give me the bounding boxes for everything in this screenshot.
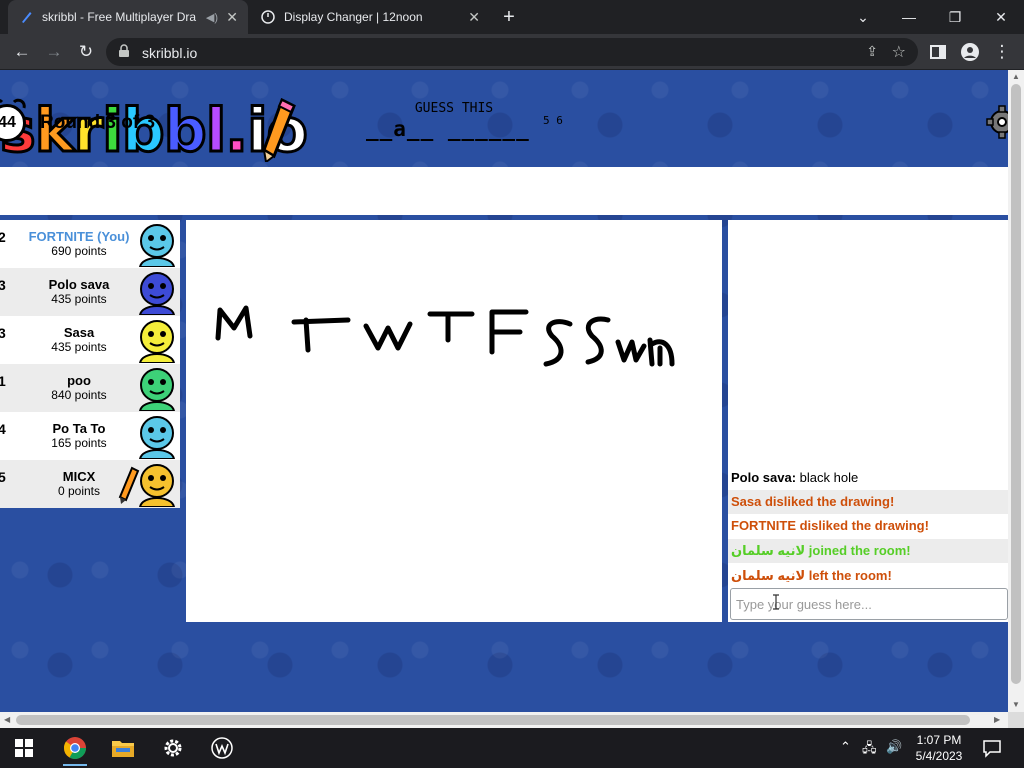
tab-title: Display Changer | 12noon [284, 10, 423, 24]
player-points: 435 points [51, 340, 107, 354]
player-rank: 2 [0, 229, 6, 245]
settings-icon[interactable] [159, 734, 187, 762]
chat-message: لانيه سلمان left the room! [731, 568, 892, 583]
share-icon[interactable]: ⇪ [866, 43, 878, 60]
tab-title: skribbl - Free Multiplayer Dra [42, 10, 197, 24]
close-window-button[interactable]: ✕ [978, 0, 1024, 34]
game-header [0, 167, 1008, 215]
logo-pencil-icon [262, 98, 296, 162]
tray-chevron-icon[interactable]: ⌃ [840, 739, 851, 755]
drawing-strokes [215, 305, 675, 367]
drawing-pencil-icon [118, 466, 140, 504]
system-clock[interactable]: 1:07 PM 5/4/2023 [904, 732, 974, 764]
player-row[interactable]: 4 Po Ta To 165 points [0, 412, 180, 460]
round-timer: 44 [0, 98, 28, 142]
chat-text: black hole [799, 470, 859, 485]
player-avatar [138, 464, 176, 507]
player-points: 690 points [51, 244, 107, 258]
address-bar[interactable]: skribbl.io ⇪ ☆ [106, 38, 918, 66]
text-cursor-icon [773, 594, 779, 610]
drawing-canvas[interactable] [186, 220, 722, 622]
player-name: Sasa [63, 325, 95, 340]
minimize-button[interactable]: — [886, 0, 932, 34]
horizontal-scroll-thumb[interactable] [16, 715, 970, 725]
system-time: 1:07 PM [916, 733, 962, 747]
menu-icon[interactable]: ⋮ [990, 40, 1014, 64]
page-viewport: skribbl.io 44 Round 3 of 3 GUESS THIS __… [0, 70, 1008, 712]
player-avatar [138, 368, 176, 411]
url-text: skribbl.io [142, 45, 198, 61]
chat-panel: Polo sava: black hole Sasa disliked the … [728, 220, 1008, 622]
chat-message: FORTNITE disliked the drawing! [731, 518, 929, 533]
chat-author: Polo sava: [731, 470, 797, 485]
tab-display-changer[interactable]: Display Changer | 12noon ✕ [250, 0, 490, 34]
volume-icon[interactable]: 🔊 [886, 739, 902, 755]
pen-favicon [18, 9, 34, 25]
restore-button[interactable]: ❐ [932, 0, 978, 34]
chat-message: Polo sava: black hole [728, 466, 1008, 490]
player-rank: 1 [0, 373, 6, 389]
player-list: 2 FORTNITE (You) 690 points 3 Polo sava 435 p… [0, 220, 180, 508]
player-points: 435 points [51, 292, 107, 306]
lock-icon[interactable] [118, 44, 134, 60]
round-indicator: Round 3 of 3 [40, 112, 156, 133]
scroll-down-arrow-icon[interactable]: ▼ [1012, 700, 1020, 709]
network-icon[interactable]: 🖧 [862, 739, 877, 761]
chat-message: لانيه سلمان joined the room! [728, 539, 1008, 563]
word-lengths: 5 6 [543, 114, 563, 127]
vertical-scroll-thumb[interactable] [1011, 84, 1021, 684]
player-avatar [138, 320, 176, 363]
chat-message: Sasa disliked the drawing! [728, 490, 1008, 514]
player-row[interactable]: 3 Sasa 435 points [0, 316, 180, 364]
player-points: 840 points [51, 388, 107, 402]
player-avatar [138, 416, 176, 459]
player-rank: 3 [0, 325, 6, 341]
forward-icon[interactable]: → [42, 40, 66, 64]
back-icon[interactable]: ← [10, 40, 34, 64]
player-avatar [138, 224, 176, 267]
browser-tab-strip: skribbl - Free Multiplayer Dra ◀) ✕ Disp… [0, 0, 1024, 34]
tab-search-chevron-icon[interactable]: ⌄ [840, 0, 886, 34]
player-name: Polo sava [48, 277, 110, 292]
close-tab-icon[interactable]: ✕ [226, 9, 238, 26]
player-name: Po Ta To [52, 421, 106, 436]
new-tab-button[interactable]: + [498, 6, 520, 28]
vertical-scrollbar[interactable]: ▲ ▼ [1008, 70, 1024, 712]
scroll-corner [1008, 712, 1024, 728]
sidebar-icon[interactable] [926, 40, 950, 64]
settings-gear-icon[interactable] [984, 102, 1008, 142]
player-points: 165 points [51, 436, 107, 450]
browser-toolbar: ← → ↻ skribbl.io ⇪ ☆ ⋮ [0, 34, 1024, 70]
power-favicon [260, 9, 276, 25]
star-icon[interactable]: ☆ [892, 42, 906, 62]
player-rank: 5 [0, 469, 6, 485]
scroll-up-arrow-icon[interactable]: ▲ [1012, 72, 1020, 81]
notification-icon[interactable] [982, 738, 1002, 758]
player-row[interactable]: 2 FORTNITE (You) 690 points [0, 220, 180, 268]
word-hint: __a__ ______ [366, 117, 530, 141]
player-name: FORTNITE (You) [28, 229, 130, 244]
muted-speaker-icon[interactable]: ◀) [206, 11, 218, 24]
system-date: 5/4/2023 [915, 749, 963, 763]
player-rank: 4 [0, 421, 6, 437]
file-explorer-icon[interactable] [109, 734, 137, 762]
chrome-icon[interactable] [61, 734, 89, 766]
wps-icon[interactable] [208, 734, 236, 762]
horizontal-scrollbar[interactable]: ◀ ▶ [0, 712, 1008, 728]
close-tab-icon[interactable]: ✕ [468, 9, 480, 26]
player-row[interactable]: 5 MICX 0 points [0, 460, 180, 508]
windows-taskbar: ⌃ 🖧 🔊 1:07 PM 5/4/2023 [0, 728, 1024, 768]
player-rank: 3 [0, 277, 6, 293]
guess-this-label: GUESS THIS [414, 101, 494, 116]
player-row[interactable]: 1 poo 840 points [0, 364, 180, 412]
tab-skribbl[interactable]: skribbl - Free Multiplayer Dra ◀) ✕ [8, 0, 248, 34]
windows-start-icon[interactable] [10, 734, 38, 762]
scroll-left-arrow-icon[interactable]: ◀ [4, 715, 10, 724]
player-name: poo [67, 373, 91, 388]
scroll-right-arrow-icon[interactable]: ▶ [994, 715, 1000, 724]
player-row[interactable]: 3 Polo sava 435 points [0, 268, 180, 316]
reload-icon[interactable]: ↻ [74, 40, 98, 64]
player-avatar [138, 272, 176, 315]
profile-icon[interactable] [958, 40, 982, 64]
